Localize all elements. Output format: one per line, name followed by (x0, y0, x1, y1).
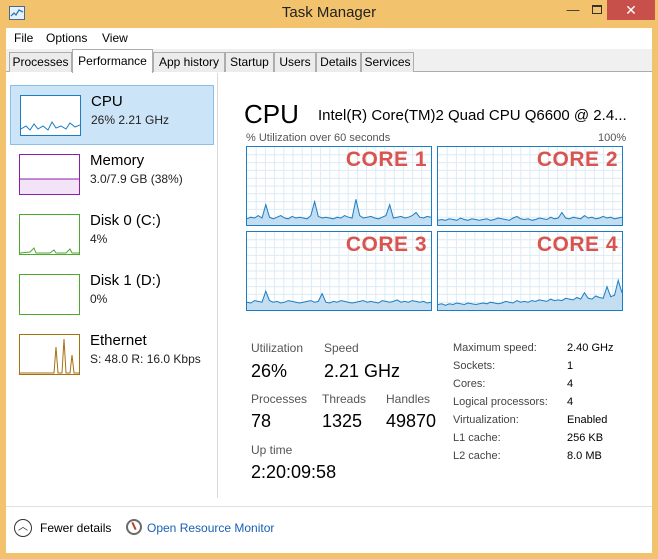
sidebar-item-title: Disk 0 (C:) (90, 212, 161, 229)
spec-label: L1 cache: (453, 432, 501, 444)
client-area: File Options View Processes Performance … (6, 28, 652, 553)
tab-services[interactable]: Services (361, 52, 414, 72)
chevron-up-icon[interactable]: ︿ (14, 519, 32, 537)
sidebar-item-memory[interactable]: Memory 3.0/7.9 GB (38%) (10, 145, 214, 205)
disk0-thumbnail-graph (19, 214, 80, 255)
menu-bar: File Options View (6, 28, 652, 48)
spec-label: Sockets: (453, 360, 496, 372)
tab-performance[interactable]: Performance (72, 49, 153, 73)
core-2-graph: CORE 2 (437, 146, 623, 226)
cpu-model-name: Intel(R) Core(TM)2 Quad CPU Q6600 @ 2.4.… (318, 107, 627, 124)
tab-startup[interactable]: Startup (225, 52, 274, 72)
tab-app-history[interactable]: App history (153, 52, 225, 72)
utilization-max-label: 100% (598, 132, 627, 144)
resource-monitor-icon (126, 519, 142, 535)
cpu-thumbnail-graph (20, 95, 81, 136)
tab-strip: Processes Performance App history Startu… (6, 49, 652, 73)
spec-value: 4 (567, 396, 574, 408)
spec-value: 8.0 MB (567, 450, 602, 462)
disk1-thumbnail-graph (19, 274, 80, 315)
spec-value: 256 KB (567, 432, 604, 444)
spec-label: Cores: (453, 378, 486, 390)
spec-value: 2.40 GHz (567, 342, 614, 354)
fewer-details-button[interactable]: Fewer details (40, 521, 111, 535)
processes-value: 78 (251, 411, 272, 431)
sidebar-item-title: CPU (91, 93, 123, 110)
spec-value: 4 (567, 378, 574, 390)
footer-bar: ︿ Fewer details Open Resource Monitor (6, 506, 652, 553)
resource-sidebar: CPU 26% 2.21 GHz Memory 3.0/7.9 GB (38%)… (6, 73, 218, 498)
spec-label: Logical processors: (453, 396, 548, 408)
threads-label: Threads (322, 392, 367, 406)
tab-processes[interactable]: Processes (9, 52, 72, 72)
sidebar-item-title: Memory (90, 152, 145, 169)
title-bar[interactable]: Task Manager — ✕ (0, 0, 658, 28)
cpu-detail-panel: CPU Intel(R) Core(TM)2 Quad CPU Q6600 @ … (234, 73, 652, 498)
handles-value: 49870 (386, 411, 437, 431)
sidebar-item-disk-0[interactable]: Disk 0 (C:) 4% (10, 205, 214, 265)
menu-view[interactable]: View (102, 31, 128, 45)
page-title: CPU (244, 99, 299, 129)
ethernet-thumbnail-graph (19, 334, 80, 375)
task-manager-window: Task Manager — ✕ File Options View Proce… (0, 0, 658, 559)
menu-file[interactable]: File (14, 31, 33, 45)
sidebar-item-subtitle: 3.0/7.9 GB (38%) (90, 172, 183, 186)
spec-label: L2 cache: (453, 450, 501, 462)
close-button[interactable]: ✕ (607, 0, 655, 20)
sidebar-item-subtitle: 4% (90, 232, 108, 246)
speed-label: Speed (324, 341, 359, 355)
handles-label: Handles (386, 392, 431, 406)
utilization-caption: % Utilization over 60 seconds (246, 132, 391, 144)
utilization-value: 26% (251, 361, 288, 381)
sidebar-item-subtitle: S: 48.0 R: 16.0 Kbps (90, 352, 201, 366)
processes-label: Processes (251, 392, 308, 406)
sidebar-item-ethernet[interactable]: Ethernet S: 48.0 R: 16.0 Kbps (10, 325, 214, 385)
tab-details[interactable]: Details (316, 52, 361, 72)
sidebar-item-subtitle: 26% 2.21 GHz (91, 113, 170, 127)
sidebar-item-cpu[interactable]: CPU 26% 2.21 GHz (10, 85, 214, 145)
speed-value: 2.21 GHz (324, 361, 401, 381)
utilization-label: Utilization (251, 341, 304, 355)
minimize-button[interactable]: — (560, 0, 586, 20)
open-resource-monitor-link[interactable]: Open Resource Monitor (147, 521, 274, 535)
core-1-graph: CORE 1 (246, 146, 432, 226)
threads-value: 1325 (322, 411, 363, 431)
core-3-graph: CORE 3 (246, 231, 432, 311)
core-label: CORE 4 (536, 233, 618, 256)
spec-value: Enabled (567, 414, 608, 426)
menu-options[interactable]: Options (46, 31, 87, 45)
core-4-graph: CORE 4 (437, 231, 623, 311)
spec-label: Maximum speed: (453, 342, 537, 354)
sidebar-item-title: Ethernet (90, 332, 147, 349)
maximize-icon (592, 5, 602, 15)
uptime-label: Up time (251, 443, 293, 457)
sidebar-item-disk-1[interactable]: Disk 1 (D:) 0% (10, 265, 214, 325)
sidebar-item-subtitle: 0% (90, 292, 108, 306)
uptime-value: 2:20:09:58 (251, 462, 337, 482)
tab-users[interactable]: Users (274, 52, 316, 72)
spec-value: 1 (567, 360, 574, 372)
core-label: CORE 3 (345, 233, 427, 256)
memory-thumbnail-graph (19, 154, 80, 195)
core-label: CORE 1 (345, 148, 427, 171)
sidebar-item-title: Disk 1 (D:) (90, 272, 161, 289)
core-label: CORE 2 (536, 148, 618, 171)
spec-label: Virtualization: (453, 414, 519, 426)
